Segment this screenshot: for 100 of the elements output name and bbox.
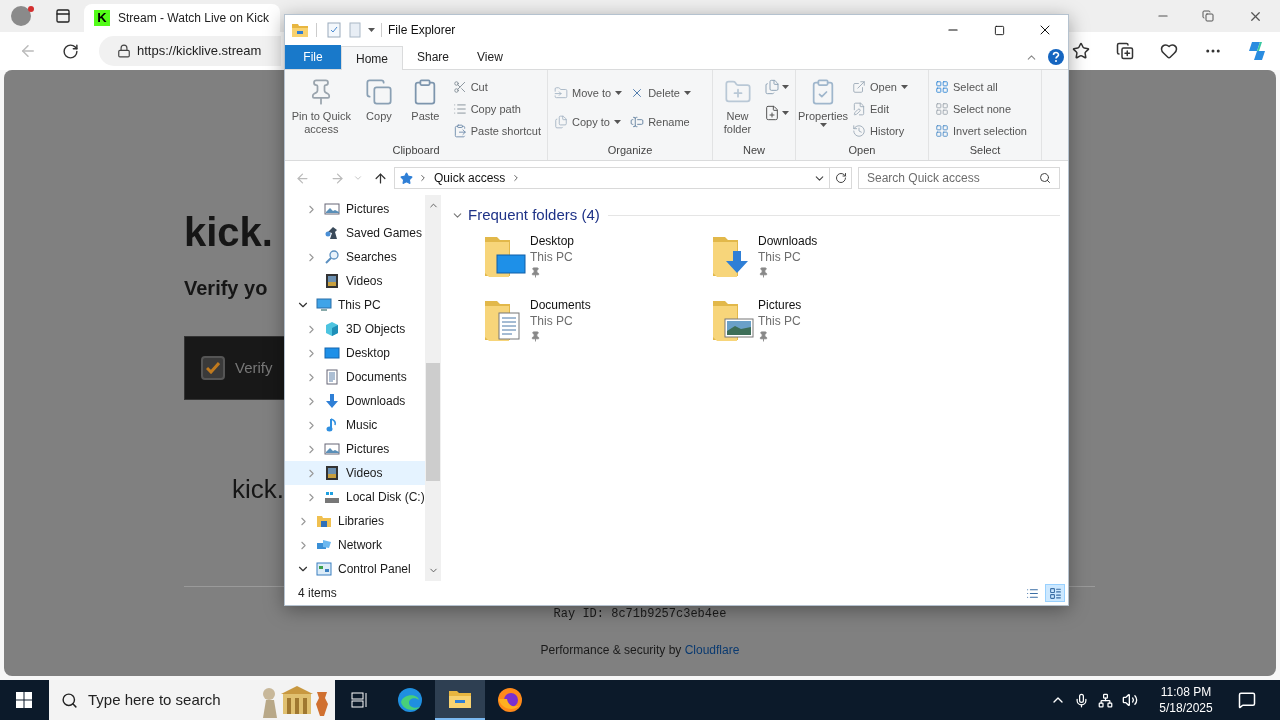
taskbar-app[interactable] [435,680,485,720]
nav-item[interactable]: Searches [285,245,425,269]
file-tab[interactable]: File [285,45,341,69]
ribbon-button[interactable]: Paste shortcut [450,120,543,142]
large-icons-view-button[interactable] [1045,584,1065,602]
ribbon-button[interactable]: Delete [628,82,693,104]
folder-tile[interactable]: Pictures This PC [711,295,939,359]
ribbon-group-label: Open [847,143,877,158]
ribbon-button[interactable]: Select all [933,76,1029,98]
ribbon-button[interactable]: Open [850,76,910,98]
taskbar-search-field[interactable]: Type here to search [49,680,335,720]
scrollbar-thumb[interactable] [426,363,440,481]
verify-checkbox[interactable] [201,356,225,380]
ribbon-group-label: New [742,143,766,158]
nav-item[interactable]: Libraries [285,509,425,533]
nav-item[interactable]: Desktop [285,341,425,365]
restore-icon[interactable] [1202,10,1214,22]
nav-item[interactable]: Music [285,413,425,437]
nav-item[interactable]: Network [285,533,425,557]
search-field[interactable]: Search Quick access [858,167,1060,189]
ribbon-button[interactable]: Select none [933,98,1029,120]
ribbon-button[interactable]: Rename [628,111,693,133]
scissors-icon [452,80,467,94]
cube-icon [324,321,340,337]
heart-icon[interactable] [1160,42,1178,60]
page-heading: kick. [184,209,273,256]
folder-name: Desktop [530,233,575,249]
nav-item[interactable]: Control Panel [285,557,425,581]
speaker-icon[interactable] [1122,692,1138,708]
nav-item[interactable]: Documents [285,365,425,389]
address-field[interactable]: Quick access [394,167,830,189]
nav-item[interactable]: Saved Games [285,221,425,245]
checklist-icon[interactable] [327,22,341,38]
task-view-icon [351,692,369,708]
ribbon-button[interactable]: Properties [800,74,846,142]
up-icon[interactable] [373,170,388,186]
clock[interactable]: 11:08 PM 5/18/2025 [1148,684,1224,716]
time-text: 11:08 PM [1160,684,1212,700]
refresh-button[interactable] [830,167,852,189]
ribbon-button[interactable]: New folder [717,74,758,142]
nav-item[interactable]: This PC [285,293,425,317]
back-icon[interactable] [295,170,310,186]
ribbon-tab[interactable]: View [463,45,517,69]
forward-icon[interactable] [330,170,345,186]
window-title: File Explorer [388,22,456,39]
folder-tile[interactable]: Documents This PC [483,295,711,359]
nav-item[interactable]: Videos [285,269,425,293]
ribbon-tab[interactable]: Share [403,45,464,69]
copilot-icon[interactable] [1246,40,1268,62]
nav-item[interactable]: Pictures [285,197,425,221]
star-icon[interactable] [1072,42,1090,60]
nav-item[interactable]: Downloads [285,389,425,413]
mic-icon[interactable] [1074,692,1089,708]
nav-item[interactable]: 3D Objects [285,317,425,341]
list-icon [1025,586,1039,600]
scrollbar[interactable] [425,195,441,581]
breadcrumb-item[interactable]: Quick access [434,169,506,187]
nav-item[interactable]: Local Disk (C:) [285,485,425,509]
refresh-icon[interactable] [62,42,79,60]
ribbon-button[interactable]: Move to [552,82,625,104]
open-icon [852,80,866,94]
grid-icon [935,124,949,138]
document-icon [324,369,340,385]
ribbon-button[interactable]: Copy to [552,111,625,133]
folder-location: This PC [758,249,802,265]
ribbon-button[interactable]: Paste [404,74,447,142]
folder-tile[interactable]: Desktop This PC [483,231,711,295]
image-list-icon [1048,586,1062,600]
date-text: 5/18/2025 [1159,700,1213,716]
notifications-icon[interactable] [1238,691,1256,709]
ribbon-group-label: Clipboard [391,143,441,158]
address-bar[interactable]: https://kicklive.stream [99,36,281,66]
ribbon-button[interactable]: Edit [850,98,910,120]
grid-icon [935,80,949,94]
checkmark-icon [206,362,220,374]
nav-item[interactable]: Pictures [285,437,425,461]
film-icon [324,273,340,289]
collections-icon[interactable] [1116,42,1134,60]
nav-item[interactable]: Videos [285,461,425,485]
ribbon-button[interactable]: Copy [357,74,401,142]
help-icon[interactable] [1048,49,1064,65]
ribbon-button[interactable]: Pin to Quick access [289,74,354,142]
folder-tile[interactable]: Downloads This PC [711,231,939,295]
tab-actions-icon[interactable] [55,8,71,24]
group-header[interactable]: Frequent folders (4) [468,203,600,227]
ribbon-button[interactable]: History [850,120,910,142]
text-cursor-icon [630,115,645,129]
folder-location: This PC [530,249,574,265]
ribbon-button[interactable]: Copy path [450,98,543,120]
avatar[interactable] [11,6,31,26]
control-panel-icon [316,561,332,577]
ribbon-button[interactable]: Cut [450,76,543,98]
ribbon-button[interactable]: Invert selection [933,120,1029,142]
clipboard-icon [452,124,467,138]
browser-tab[interactable]: K Stream - Watch Live on Kick [84,4,280,32]
windows-logo-icon[interactable] [16,692,32,708]
network-icon[interactable] [1098,692,1113,708]
back-icon[interactable] [19,42,37,60]
ribbon-group-label: Select [968,143,1002,158]
ribbon-tab[interactable]: Home [341,46,403,70]
